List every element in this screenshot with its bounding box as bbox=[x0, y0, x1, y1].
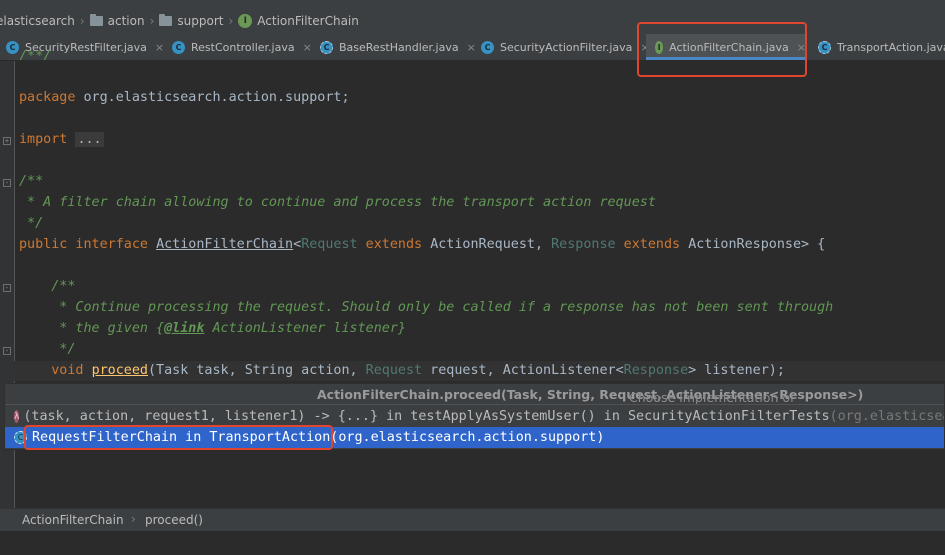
breadcrumb-class[interactable]: ActionFilterChain bbox=[22, 513, 124, 527]
breadcrumb-item-project[interactable]: elasticsearch bbox=[0, 14, 75, 28]
class-icon: C bbox=[172, 40, 185, 54]
popup-title: Choose Implementation of ActionFilterCha… bbox=[5, 384, 944, 405]
folded-imports[interactable]: ... bbox=[75, 132, 104, 147]
chevron-right-icon: › bbox=[79, 14, 85, 28]
implementation-package: (org.elasticsearch.action.support) bbox=[330, 430, 605, 445]
close-icon[interactable]: × bbox=[467, 41, 476, 54]
code-line: /**/ bbox=[19, 49, 52, 60]
breadcrumb-item-action[interactable]: action bbox=[108, 14, 145, 28]
code-breadcrumb-bar: ActionFilterChain › proceed() bbox=[0, 508, 945, 531]
bottom-area bbox=[0, 531, 945, 555]
fold-collapse-icon[interactable]: - bbox=[3, 347, 11, 355]
chevron-right-icon: › bbox=[228, 14, 234, 28]
method-name[interactable]: proceed bbox=[92, 363, 148, 378]
code-line: * the given {@link ActionListener listen… bbox=[19, 321, 406, 336]
toolbar-strip bbox=[0, 0, 945, 8]
class-icon: C bbox=[481, 40, 494, 54]
close-icon[interactable]: × bbox=[303, 41, 312, 54]
abstract-class-icon: C bbox=[818, 40, 831, 54]
implementation-label: (task, action, request1, listener1) -> {… bbox=[23, 409, 830, 424]
tab-label: RestController.java bbox=[191, 40, 295, 54]
highlight-box-tab bbox=[637, 22, 807, 77]
code-line-import: import ... bbox=[19, 132, 104, 147]
tab-label: SecurityActionFilter.java bbox=[500, 40, 633, 54]
tab-security-action-filter[interactable]: C SecurityActionFilter.java × bbox=[481, 34, 650, 60]
fold-collapse-icon[interactable]: - bbox=[3, 179, 11, 187]
breadcrumb-item-class[interactable]: ActionFilterChain bbox=[257, 14, 359, 28]
implementation-package: (org.elasticsearch.xpack.security.action… bbox=[829, 409, 944, 424]
fold-collapse-icon[interactable]: - bbox=[3, 284, 11, 292]
code-line: /** bbox=[19, 174, 44, 189]
highlight-box-implementation bbox=[24, 425, 333, 450]
interface-icon: I bbox=[238, 14, 253, 28]
breadcrumb-item-support[interactable]: support bbox=[177, 14, 223, 28]
code-line-method: void proceed(Task task, String action, R… bbox=[19, 363, 785, 378]
lambda-icon: λ bbox=[14, 410, 20, 423]
tab-label: TransportAction.java bbox=[837, 40, 945, 54]
tab-base-rest-handler[interactable]: C BaseRestHandler.java × bbox=[320, 34, 476, 60]
implementation-item-lambda[interactable]: λ (task, action, request1, listener1) ->… bbox=[5, 406, 944, 427]
code-line-interface-declaration: public interface ActionFilterChain<Reque… bbox=[19, 237, 826, 252]
close-icon[interactable]: × bbox=[155, 41, 164, 54]
code-line: */ bbox=[19, 216, 44, 231]
code-line: /** bbox=[19, 279, 76, 294]
fold-expand-icon[interactable]: + bbox=[3, 137, 11, 145]
tab-rest-controller[interactable]: C RestController.java × bbox=[172, 34, 312, 60]
tab-transport-action[interactable]: C TransportAction.java bbox=[818, 34, 945, 60]
code-line: * A filter chain allowing to continue an… bbox=[19, 195, 656, 210]
breadcrumb-method[interactable]: proceed() bbox=[145, 513, 203, 527]
folder-icon bbox=[159, 14, 173, 26]
breadcrumb: elasticsearch › action › support › I Act… bbox=[0, 12, 359, 30]
code-line: * Continue processing the request. Shoul… bbox=[19, 300, 834, 315]
abstract-class-icon: C bbox=[320, 40, 333, 54]
code-line: */ bbox=[19, 342, 76, 357]
chevron-right-icon: › bbox=[131, 512, 136, 526]
tab-label: BaseRestHandler.java bbox=[339, 40, 459, 54]
folder-icon bbox=[89, 14, 103, 26]
chevron-right-icon: › bbox=[149, 14, 155, 28]
code-line-package: package org.elasticsearch.action.support… bbox=[19, 90, 350, 105]
class-icon: C bbox=[6, 40, 19, 54]
